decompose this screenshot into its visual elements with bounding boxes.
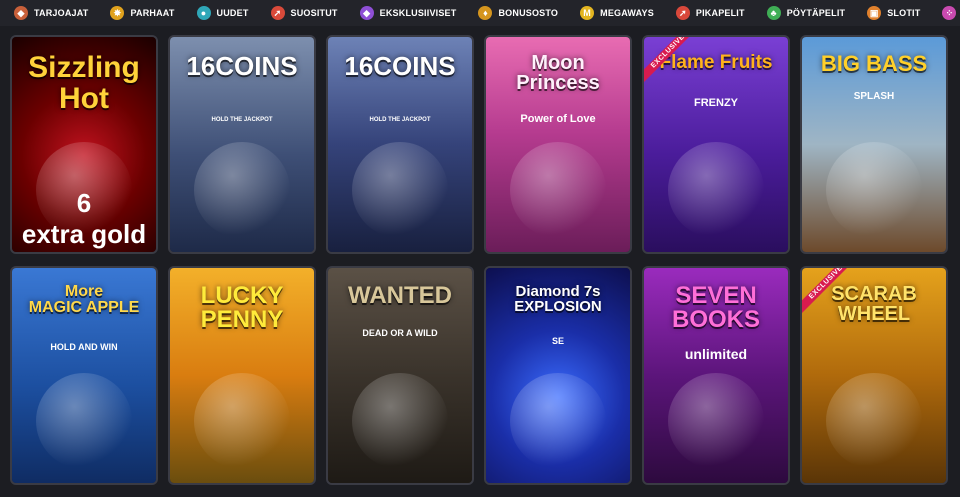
game-title: Sizzling Hot bbox=[28, 51, 140, 115]
nav-item-megaways[interactable]: M MEGAWAYS bbox=[580, 6, 654, 20]
gem-icon: ◆ bbox=[359, 6, 374, 20]
rocket-icon: ➚ bbox=[270, 6, 285, 20]
game-title: BIG BASS bbox=[820, 51, 928, 76]
game-tile-diamond-explosion[interactable]: Diamond 7s EXPLOSION SE bbox=[484, 266, 632, 485]
game-title: More MAGIC APPLE bbox=[28, 283, 140, 317]
game-emblem-icon bbox=[826, 373, 922, 469]
game-subtitle: 6 extra gold bbox=[21, 188, 147, 249]
nav-item-suositut[interactable]: ➚ SUOSITUT bbox=[270, 6, 338, 20]
table-games-icon: ♣ bbox=[766, 6, 781, 20]
game-tile-seven-books[interactable]: SEVEN BOOKS unlimited bbox=[642, 266, 790, 485]
game-subtitle: DEAD OR A WILD bbox=[362, 328, 438, 338]
money-bag-icon: ♦ bbox=[478, 6, 493, 20]
game-tile-scarab-wheel[interactable]: SCARAB WHEEL EXCLUSIVE bbox=[800, 266, 948, 485]
game-tile-lucky-penny[interactable]: LUCKY PENNY bbox=[168, 266, 316, 485]
game-emblem-icon bbox=[352, 142, 448, 238]
star-burst-icon: ✸ bbox=[110, 6, 125, 20]
category-nav: ◆ TARJOAJAT ✸ PARHAAT ● UUDET ➚ SUOSITUT ◆ EKSKLU… bbox=[0, 0, 960, 26]
game-title: Moon Princess bbox=[516, 52, 600, 95]
game-tile-16-coins-chest[interactable]: 16COINS HOLD THE JACKPOT bbox=[168, 35, 316, 254]
game-title: 16COINS bbox=[186, 51, 298, 81]
game-grid: Sizzling Hot 6 extra gold 16COINS HOLD THE … bbox=[10, 35, 948, 485]
game-title: 16COINS bbox=[344, 51, 456, 81]
nav-item-label: SUOSITUT bbox=[290, 8, 338, 18]
game-subtitle: SPLASH bbox=[853, 91, 895, 102]
game-emblem-icon bbox=[510, 142, 606, 238]
game-subtitle: FRENZY bbox=[694, 97, 738, 109]
nav-item-bonusosto[interactable]: ♦ BONUSOSTO bbox=[478, 6, 558, 20]
game-tile-16-coins-bunny[interactable]: 16COINS HOLD THE JACKPOT bbox=[326, 35, 474, 254]
shield-icon: ◆ bbox=[14, 6, 28, 20]
game-title: LUCKY PENNY bbox=[200, 282, 284, 334]
rocket-icon: ➚ bbox=[675, 6, 690, 20]
game-emblem-icon bbox=[668, 373, 764, 469]
game-tile-moon-princess[interactable]: Moon Princess Power of Love bbox=[484, 35, 632, 254]
game-title: SEVEN BOOKS bbox=[671, 282, 760, 334]
nav-item-eksklusiiviset[interactable]: ◆ EKSKLUSIIVISET bbox=[359, 6, 457, 20]
game-emblem-icon bbox=[826, 142, 922, 238]
nav-item-uudet[interactable]: ● UUDET bbox=[196, 6, 249, 20]
nav-item-label: PÖYTÄPELIT bbox=[786, 8, 846, 18]
nav-item-slotit[interactable]: ▣ SLOTIT bbox=[867, 6, 920, 20]
nav-item-label: SLOTIT bbox=[887, 8, 921, 18]
game-subtitle: SE bbox=[551, 336, 564, 346]
game-emblem-icon bbox=[194, 142, 290, 238]
game-tile-flame-fruits[interactable]: Flame Fruits FRENZY EXCLUSIVE bbox=[642, 35, 790, 254]
nav-item-label: PIKAPELIT bbox=[695, 8, 745, 18]
game-subtitle: HOLD AND WIN bbox=[50, 342, 118, 352]
nav-item-pikapelit[interactable]: ➚ PIKAPELIT bbox=[675, 6, 745, 20]
nav-item-tarjoajat[interactable]: ◆ TARJOAJAT bbox=[14, 6, 88, 20]
game-emblem-icon bbox=[510, 373, 606, 469]
game-title: WANTED bbox=[348, 282, 452, 309]
slot-machine-icon: ▣ bbox=[867, 6, 882, 20]
globe-icon: ● bbox=[196, 6, 211, 20]
game-emblem-icon bbox=[668, 142, 764, 238]
game-emblem-icon bbox=[352, 373, 448, 469]
m-coin-icon: M bbox=[580, 6, 595, 20]
nav-item-label: EKSKLUSIIVISET bbox=[379, 8, 457, 18]
game-subtitle: Power of Love bbox=[520, 113, 596, 125]
game-tile-wanted-dead-or-a-wild[interactable]: WANTED DEAD OR A WILD bbox=[326, 266, 474, 485]
game-tile-sizzling-hot[interactable]: Sizzling Hot 6 extra gold bbox=[10, 35, 158, 254]
nav-item-label: UUDET bbox=[216, 8, 249, 18]
game-title: Diamond 7s EXPLOSION bbox=[514, 283, 602, 316]
nav-item-parhaat[interactable]: ✸ PARHAAT bbox=[110, 6, 174, 20]
game-emblem-icon bbox=[36, 373, 132, 469]
game-tile-big-bass-splash[interactable]: BIG BASS SPLASH bbox=[800, 35, 948, 254]
nav-item-pöytäpelit[interactable]: ♣ PÖYTÄPELIT bbox=[766, 6, 846, 20]
game-tile-more-magic-apple[interactable]: More MAGIC APPLE HOLD AND WIN bbox=[10, 266, 158, 485]
game-title: SCARAB WHEEL bbox=[831, 283, 917, 326]
game-emblem-icon bbox=[194, 373, 290, 469]
nav-item-kaiki[interactable]: ⁘KAIKI bbox=[942, 6, 960, 20]
nav-item-label: BONUSOSTO bbox=[498, 8, 559, 18]
nav-item-label: PARHAAT bbox=[130, 8, 175, 18]
game-subtitle: HOLD THE JACKPOT bbox=[211, 117, 273, 123]
game-subtitle: HOLD THE JACKPOT bbox=[369, 117, 431, 123]
nav-item-label: MEGAWAYS bbox=[600, 8, 654, 18]
nav-item-label: TARJOAJAT bbox=[34, 8, 89, 18]
dots-icon: ⁘ bbox=[942, 6, 957, 20]
game-subtitle: unlimited bbox=[684, 346, 748, 362]
